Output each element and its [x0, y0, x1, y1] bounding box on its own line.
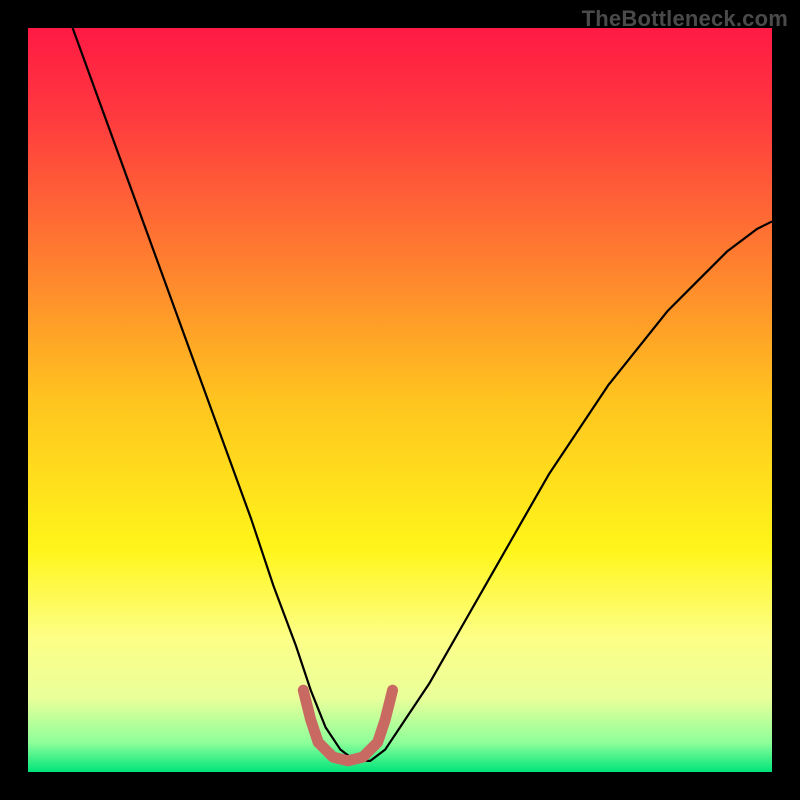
chart-background — [28, 28, 772, 772]
bottleneck-chart — [28, 28, 772, 772]
chart-frame: TheBottleneck.com — [0, 0, 800, 800]
